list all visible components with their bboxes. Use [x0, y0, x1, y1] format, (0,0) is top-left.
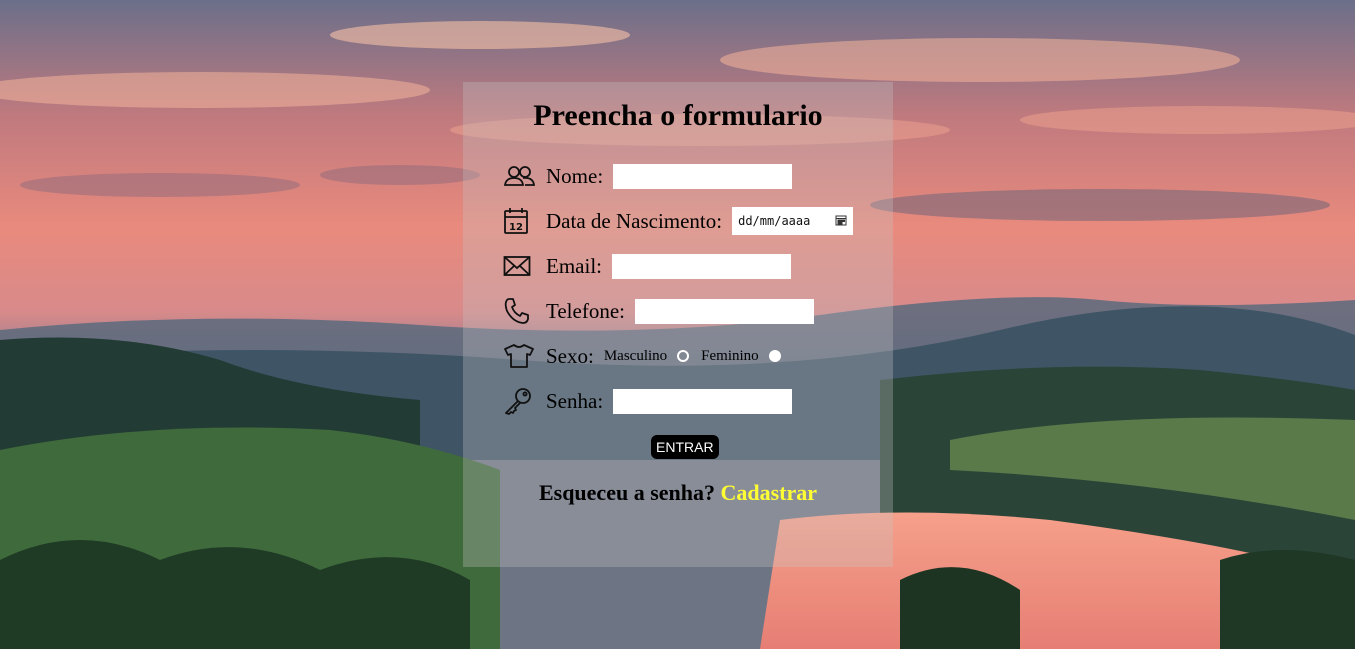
telefone-label: Telefone:: [546, 298, 625, 323]
shirt-icon: [503, 341, 537, 371]
nascimento-label: Data de Nascimento:: [546, 208, 723, 233]
senha-input[interactable]: [613, 388, 793, 414]
key-icon: [503, 386, 537, 416]
senha-label: Senha:: [546, 388, 604, 413]
svg-text:12: 12: [509, 222, 523, 233]
footer: Esqueceu a senha? Cadastrar: [463, 480, 893, 506]
radio-feminino[interactable]: [768, 350, 781, 362]
field-row-telefone: Telefone:: [503, 295, 814, 327]
forgot-password-text: Esqueceu a senha?: [538, 480, 715, 505]
email-label: Email:: [546, 253, 602, 278]
phone-icon: [503, 296, 537, 326]
email-input[interactable]: [612, 253, 791, 279]
entrar-button[interactable]: ENTRAR: [651, 435, 719, 459]
envelope-icon: [503, 251, 537, 281]
form-card: Preencha o formulario Nome: 12 Data de N…: [463, 82, 893, 567]
form-title: Preencha o formulario: [533, 99, 823, 132]
users-icon: [503, 161, 537, 191]
date-placeholder: dd/mm/aaaa: [738, 214, 811, 228]
nome-input[interactable]: [613, 163, 793, 189]
radio-label-feminino: Feminino: [701, 347, 759, 364]
telefone-input[interactable]: [635, 298, 814, 324]
nascimento-date-input[interactable]: dd/mm/aaaa: [732, 207, 854, 235]
field-row-nascimento: 12 Data de Nascimento: dd/mm/aaaa: [503, 205, 854, 237]
field-row-email: Email:: [503, 250, 791, 282]
cadastrar-link[interactable]: Cadastrar: [721, 480, 818, 505]
calendar-icon: 12: [503, 206, 537, 236]
field-row-sexo: Sexo: Masculino Feminino: [503, 340, 793, 372]
field-row-nome: Nome:: [503, 160, 793, 192]
calendar-picker-icon[interactable]: [835, 214, 847, 229]
field-row-senha: Senha:: [503, 385, 793, 417]
nome-label: Nome:: [546, 163, 604, 188]
radio-masculino[interactable]: [677, 350, 690, 362]
radio-label-masculino: Masculino: [603, 347, 668, 364]
sexo-label: Sexo:: [546, 343, 594, 368]
